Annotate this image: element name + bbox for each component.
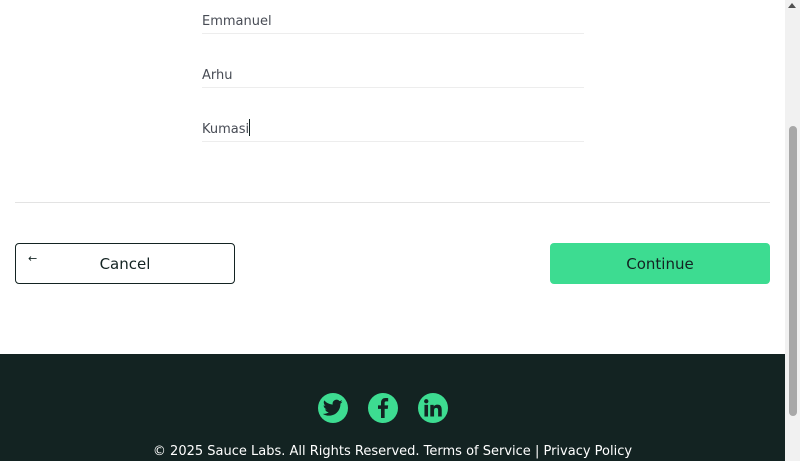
footer: © 2025 Sauce Labs. All Rights Reserved. … (0, 354, 785, 461)
checkout-page: ← Cancel Continue © 2025 Sauce Labs. All… (0, 0, 785, 461)
linkedin-icon[interactable] (418, 393, 448, 423)
twitter-icon[interactable] (318, 393, 348, 423)
scroll-up-arrow-icon[interactable] (788, 3, 796, 8)
copyright-text: © 2025 Sauce Labs. All Rights Reserved. (152, 444, 420, 459)
text-caret (249, 119, 250, 136)
footer-separator: | (534, 444, 540, 459)
privacy-link[interactable]: Privacy Policy (543, 444, 632, 459)
facebook-icon[interactable] (368, 393, 398, 423)
arrow-left-icon: ← (28, 252, 38, 265)
divider (15, 202, 770, 203)
footer-copy: © 2025 Sauce Labs. All Rights Reserved. … (0, 444, 785, 459)
continue-button[interactable]: Continue (550, 243, 770, 284)
continue-button-label: Continue (626, 254, 694, 273)
postal-code-input[interactable] (202, 118, 584, 142)
vertical-scrollbar[interactable] (785, 0, 800, 461)
cancel-button[interactable]: ← Cancel (15, 243, 235, 284)
scrollbar-thumb[interactable] (789, 126, 797, 416)
terms-link[interactable]: Terms of Service (424, 444, 531, 459)
last-name-input[interactable] (202, 64, 584, 88)
first-name-input[interactable] (202, 10, 584, 34)
cancel-button-label: Cancel (99, 254, 151, 273)
